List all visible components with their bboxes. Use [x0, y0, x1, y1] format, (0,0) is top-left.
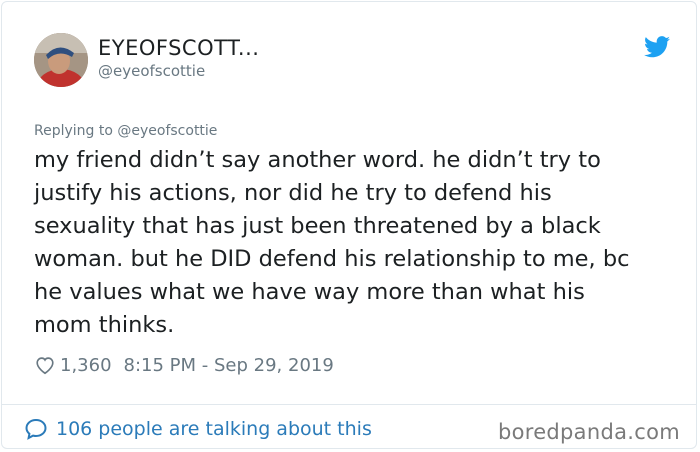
speech-bubble-icon [25, 418, 47, 440]
twitter-bird-icon[interactable] [644, 36, 670, 58]
user-handle[interactable]: @eyeofscottie [98, 62, 205, 80]
conversation-link[interactable]: 106 people are talking about this [24, 415, 372, 443]
divider [2, 404, 696, 405]
tweet-meta: 1,360 8:15 PM - Sep 29, 2019 [34, 352, 334, 378]
watermark: boredpanda.com [497, 420, 680, 444]
replying-to[interactable]: Replying to @eyeofscottie [34, 123, 217, 139]
tweet-text: my friend didn’t say another word. he di… [34, 147, 630, 338]
display-name[interactable]: EYEOFSCOTT... [98, 35, 259, 61]
avatar[interactable] [34, 33, 88, 87]
like-count[interactable]: 1,360 [60, 355, 112, 376]
heart-icon[interactable] [34, 354, 56, 376]
timestamp[interactable]: 8:15 PM - Sep 29, 2019 [124, 355, 334, 376]
conversation-text[interactable]: 106 people are talking about this [56, 418, 372, 440]
tweet-card: EYEOFSCOTT... @eyeofscottie Replying to … [1, 1, 697, 449]
